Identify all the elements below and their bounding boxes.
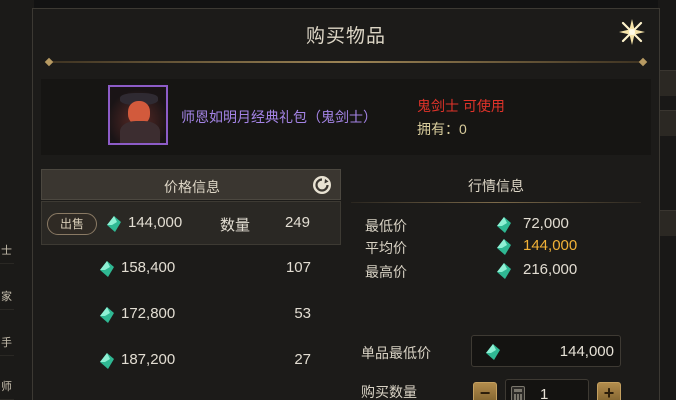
refresh-button[interactable] <box>312 175 332 195</box>
buy-quantity-input[interactable]: 1 <box>505 379 589 400</box>
title-divider <box>49 61 643 63</box>
item-summary: 师恩如明月经典礼包（鬼剑士） 鬼剑士 可使用 拥有：0 <box>41 79 651 155</box>
price-value: 158,400 <box>121 259 176 276</box>
quantity-value: 249 <box>284 214 310 231</box>
market-info-title: 行情信息 <box>468 178 524 194</box>
gem-icon <box>497 263 511 279</box>
price-row[interactable]: 158,400 107 <box>41 247 341 291</box>
market-info-divider <box>351 202 641 203</box>
unit-min-price-label: 单品最低价 <box>361 345 431 361</box>
quantity-value: 27 <box>294 351 311 368</box>
sell-button[interactable]: 出售 <box>47 213 97 235</box>
item-owned-count: 拥有：0 <box>417 121 467 137</box>
quantity-value: 107 <box>285 259 311 276</box>
price-value: 187,200 <box>121 351 176 368</box>
background-right-tab <box>658 210 676 236</box>
price-row[interactable]: 出售 144,000 数量 249 <box>41 201 341 245</box>
avg-price-label: 平均价 <box>365 240 407 256</box>
market-info-panel: 行情信息 最低价 72,000 平均价 144,000 最高价 216,000 … <box>351 169 651 400</box>
price-row[interactable]: 187,200 27 <box>41 339 341 383</box>
quantity-value: 53 <box>294 305 311 322</box>
buy-quantity-value: 1 <box>540 386 549 400</box>
item-name: 师恩如明月经典礼包（鬼剑士） <box>181 109 377 125</box>
calculator-icon[interactable] <box>511 386 525 400</box>
price-row[interactable]: 172,800 53 <box>41 293 341 337</box>
price-info-panel: 价格信息 出售 144,000 数量 249 158,400 107 172,8… <box>41 169 341 400</box>
gem-icon <box>100 307 114 323</box>
unit-min-price-box: 144,000 <box>471 335 621 367</box>
gem-icon <box>497 217 511 233</box>
gem-icon <box>100 353 114 369</box>
background-right-tab <box>658 70 676 96</box>
gem-icon <box>100 261 114 277</box>
purchase-dialog: 购买物品 师恩如明月经典礼包（鬼剑士） 鬼剑士 可使用 拥有：0 价格信息 出售… <box>32 8 660 400</box>
close-button[interactable] <box>617 17 647 47</box>
price-value: 172,800 <box>121 305 176 322</box>
price-value: 144,000 <box>128 214 183 231</box>
background-side-menu: 士 家 手 师 <box>0 0 34 400</box>
min-price-value: 72,000 <box>523 215 569 232</box>
max-price-label: 最高价 <box>365 264 407 280</box>
refresh-icon <box>313 176 331 194</box>
background-right-tab <box>658 110 676 136</box>
close-star-icon <box>619 19 645 45</box>
decrease-quantity-button[interactable]: − <box>473 382 497 400</box>
price-info-header: 价格信息 <box>41 169 341 200</box>
gem-icon <box>497 239 511 255</box>
price-info-title: 价格信息 <box>164 179 220 195</box>
gem-icon <box>107 216 121 232</box>
background-tab: 士 <box>0 238 14 264</box>
dialog-title: 购买物品 <box>305 26 386 47</box>
item-icon[interactable] <box>108 85 168 145</box>
max-price-value: 216,000 <box>523 261 578 278</box>
buy-quantity-label: 购买数量 <box>361 384 417 400</box>
item-usable-class: 鬼剑士 可使用 <box>417 98 505 114</box>
background-tab: 家 <box>0 284 14 310</box>
background-tab: 手 <box>0 330 14 356</box>
increase-quantity-button[interactable]: + <box>597 382 621 400</box>
quantity-label: 数量 <box>220 217 251 234</box>
avg-price-value: 144,000 <box>523 237 578 254</box>
background-tab: 师 <box>0 374 14 400</box>
gem-icon <box>486 344 500 360</box>
title-bar: 购买物品 <box>33 9 659 59</box>
background-right-panel <box>658 0 676 400</box>
min-price-label: 最低价 <box>365 218 407 234</box>
unit-min-price-value: 144,000 <box>559 343 614 360</box>
